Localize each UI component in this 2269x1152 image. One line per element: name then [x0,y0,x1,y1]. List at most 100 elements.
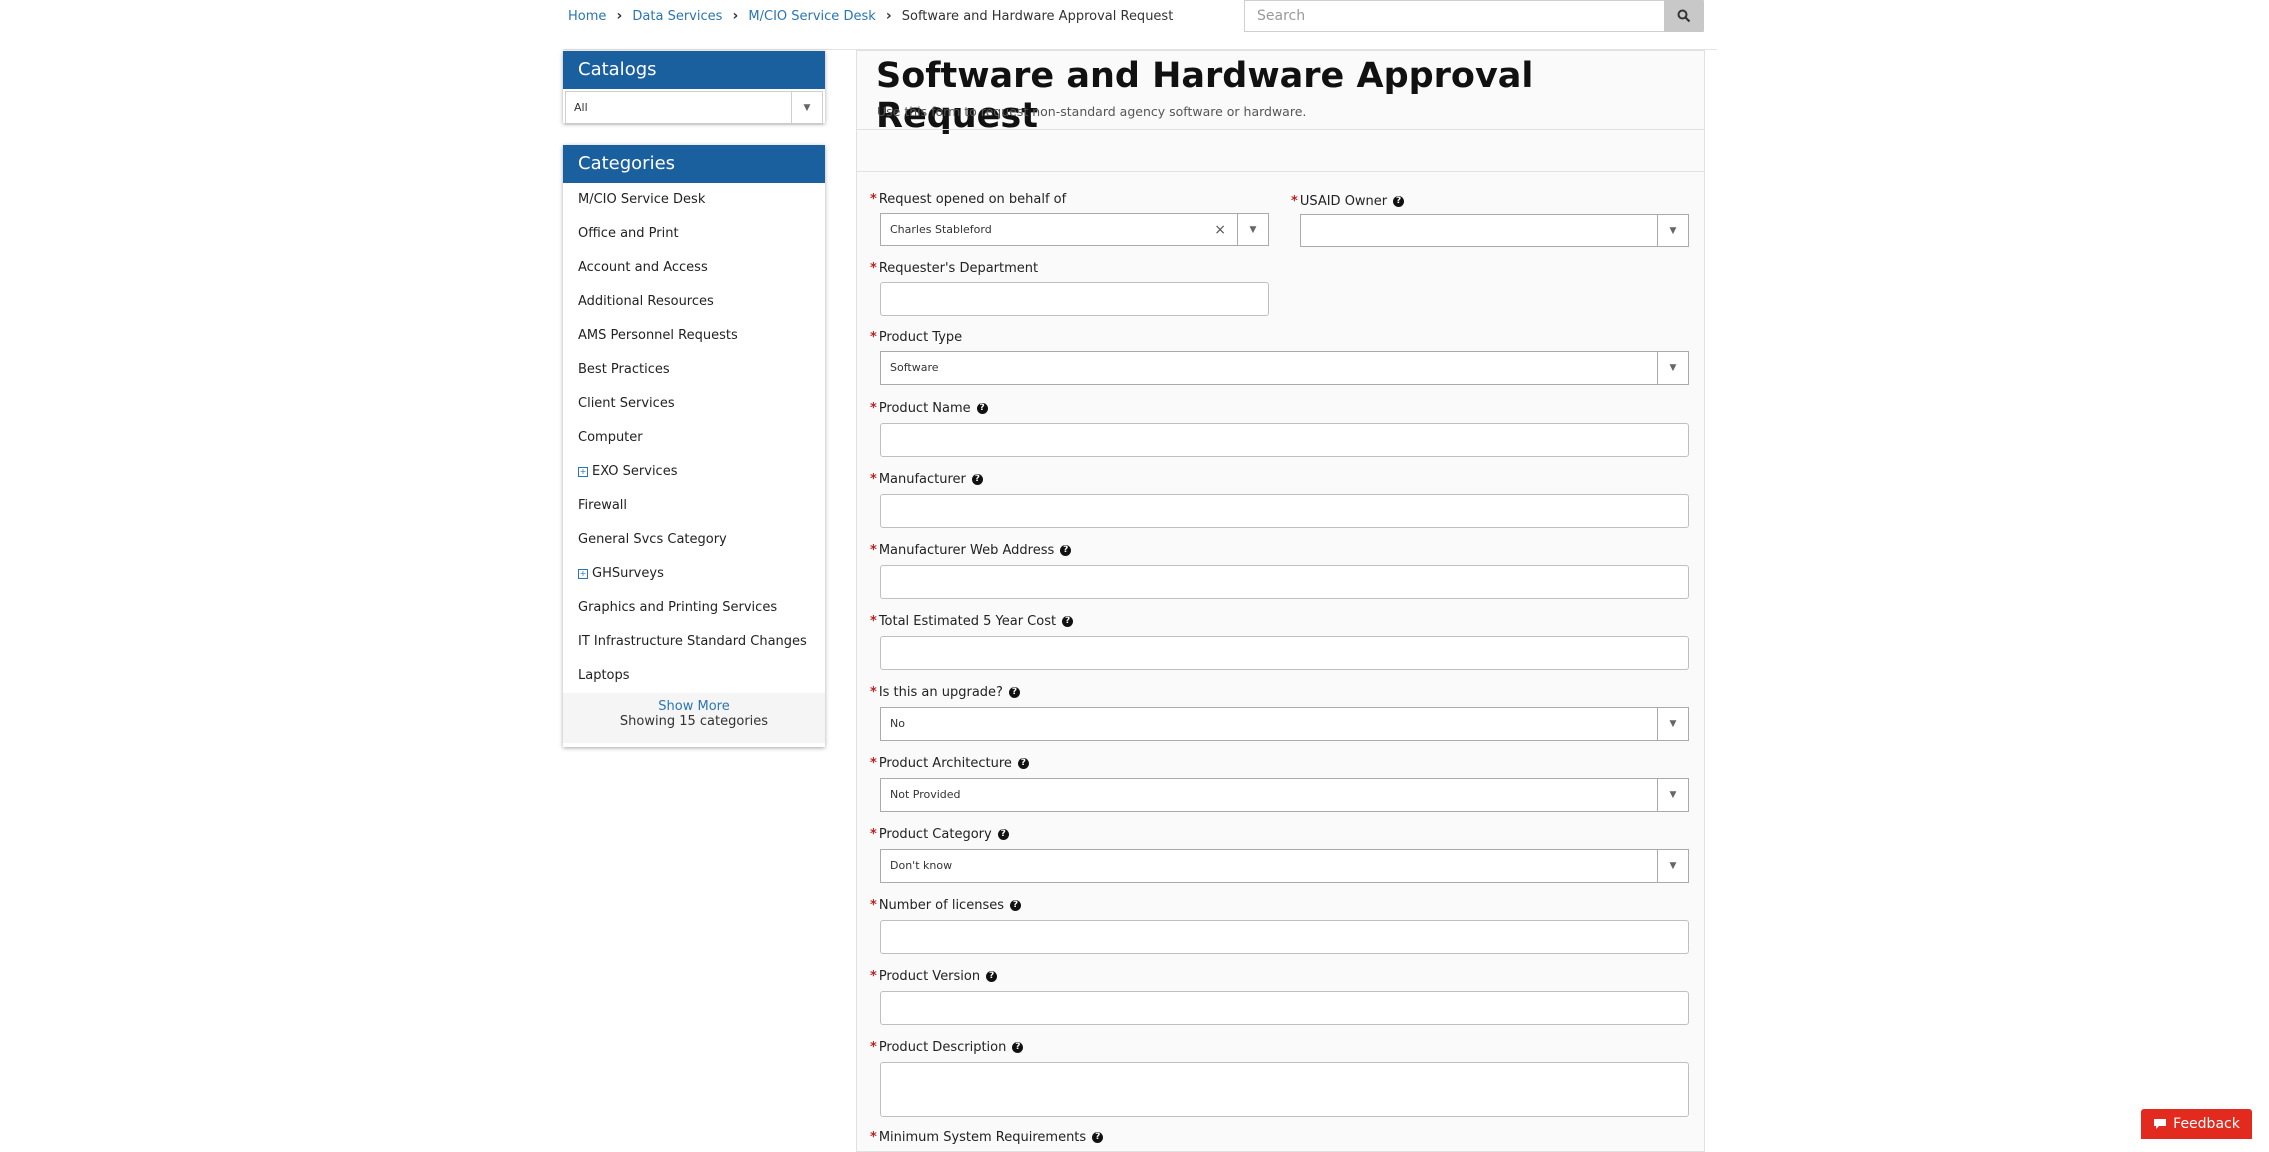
chevron-right-icon: › [732,8,739,24]
required-marker: * [870,1040,877,1055]
category-item[interactable]: + GHSurveys [563,557,825,591]
required-marker: * [1291,194,1298,209]
help-icon[interactable]: ? [1008,687,1020,698]
categories-panel: Categories M/CIO Service Desk Office and… [563,145,825,747]
help-icon[interactable]: ? [1012,1042,1024,1053]
category-item[interactable]: Firewall [563,489,825,523]
required-marker: * [870,685,877,700]
help-icon[interactable]: ? [997,829,1009,840]
breadcrumb-data-services[interactable]: Data Services [632,9,722,24]
breadcrumb-service-desk[interactable]: M/CIO Service Desk [748,9,875,24]
top-bar: Home › Data Services › M/CIO Service Des… [563,0,1717,50]
catalog-select[interactable]: All ▼ [565,91,823,125]
cost-field[interactable] [880,636,1689,670]
architecture-select[interactable]: Not Provided ▼ [880,778,1689,812]
upgrade-select[interactable]: No ▼ [880,707,1689,741]
web-address-field[interactable] [880,565,1689,599]
categories-title: Categories [563,145,825,183]
chevron-right-icon: › [885,8,892,24]
category-item[interactable]: Office and Print [563,217,825,251]
page-subtitle: Use this form to request non-standard ag… [877,104,1307,119]
catalog-select-value: All [574,101,588,114]
show-more-link[interactable]: Show More [563,699,825,714]
usaid-owner-select[interactable]: ▼ [1300,214,1689,247]
help-icon[interactable]: ? [1092,1132,1104,1143]
help-icon[interactable]: ? [971,474,983,485]
divider [857,171,1704,172]
categories-footer: Show More Showing 15 categories [563,693,825,743]
description-field[interactable] [880,1062,1689,1117]
required-marker: * [870,330,877,345]
chevron-right-icon: › [616,8,623,24]
category-item[interactable]: Client Services [563,387,825,421]
clear-icon[interactable]: × [1214,214,1226,246]
expand-icon[interactable]: + [578,466,588,477]
on-behalf-label: * Request opened on behalf of [870,192,1067,207]
required-marker: * [870,827,877,842]
required-marker: * [870,898,877,913]
help-icon[interactable]: ? [986,971,998,982]
help-icon[interactable]: ? [1009,900,1021,911]
help-icon[interactable]: ? [976,403,988,414]
category-item[interactable]: Laptops [563,659,825,693]
required-marker: * [870,192,877,207]
licenses-field[interactable] [880,920,1689,954]
product-type-select[interactable]: Software ▼ [880,351,1689,385]
product-name-field[interactable] [880,423,1689,457]
department-field[interactable] [880,282,1269,316]
product-category-label: * Product Category? [870,827,1009,842]
expand-icon[interactable]: + [578,568,588,579]
product-name-label: * Product Name? [870,401,988,416]
help-icon[interactable]: ? [1393,196,1405,207]
category-item[interactable]: Account and Access [563,251,825,285]
breadcrumb: Home › Data Services › M/CIO Service Des… [568,8,1173,24]
category-item[interactable]: Computer [563,421,825,455]
category-item[interactable]: Additional Resources [563,285,825,319]
category-item[interactable]: Best Practices [563,353,825,387]
catalogs-panel: Catalogs All ▼ [563,51,825,125]
chevron-down-icon: ▼ [1657,352,1688,384]
category-item[interactable]: + EXO Services [563,455,825,489]
chat-icon [2154,1119,2167,1129]
feedback-button[interactable]: Feedback [2141,1109,2252,1139]
on-behalf-value: Charles Stableford [890,223,992,236]
search-icon [1677,9,1691,23]
search-input[interactable]: Search [1244,0,1704,32]
help-icon[interactable]: ? [1062,616,1074,627]
manufacturer-field[interactable] [880,494,1689,528]
breadcrumb-home[interactable]: Home [568,9,606,24]
chevron-down-icon: ▼ [1657,779,1688,811]
architecture-label: * Product Architecture? [870,756,1029,771]
on-behalf-select[interactable]: Charles Stableford × ▼ [880,213,1269,246]
chevron-down-icon: ▼ [1657,708,1688,740]
feedback-label: Feedback [2173,1116,2240,1132]
manufacturer-label: * Manufacturer? [870,472,983,487]
required-marker: * [870,472,877,487]
chevron-down-icon: ▼ [1657,850,1688,882]
usaid-owner-label: * USAID Owner? [1291,194,1405,209]
required-marker: * [870,261,877,276]
help-icon[interactable]: ? [1060,545,1072,556]
product-category-select[interactable]: Don't know ▼ [880,849,1689,883]
required-marker: * [870,543,877,558]
category-item[interactable]: M/CIO Service Desk [563,183,825,217]
category-item[interactable]: Graphics and Printing Services [563,591,825,625]
page-title: Software and Hardware Approval Request [876,56,1534,136]
department-label: * Requester's Department [870,261,1039,276]
help-icon[interactable]: ? [1017,758,1029,769]
category-item[interactable]: General Svcs Category [563,523,825,557]
required-marker: * [870,401,877,416]
version-field[interactable] [880,991,1689,1025]
required-marker: * [870,756,877,771]
cost-label: * Total Estimated 5 Year Cost? [870,614,1074,629]
required-marker: * [870,1130,877,1145]
product-type-label: * Product Type [870,330,963,345]
version-label: * Product Version? [870,969,998,984]
category-item[interactable]: AMS Personnel Requests [563,319,825,353]
categories-list: M/CIO Service Desk Office and Print Acco… [563,183,825,693]
request-form: Software and Hardware Approval Request U… [856,50,1705,1152]
category-item[interactable]: IT Infrastructure Standard Changes [563,625,825,659]
min-requirements-label: * Minimum System Requirements? [870,1130,1104,1145]
required-marker: * [870,969,877,984]
search-button[interactable] [1664,0,1704,32]
